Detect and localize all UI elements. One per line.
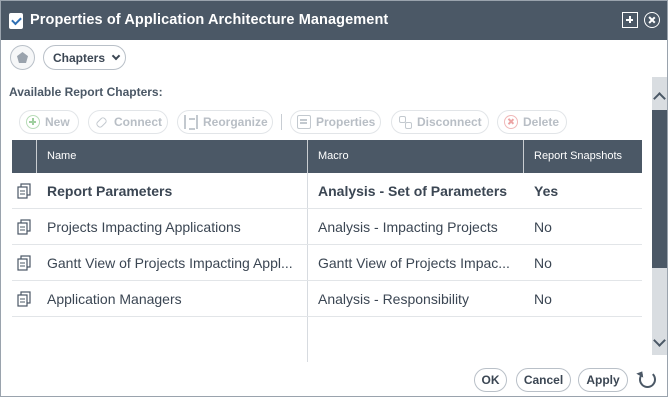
chapters-grid: Name Macro Report Snapshots Report Param…: [12, 140, 642, 362]
document-check-icon: [9, 13, 23, 29]
vertical-scrollbar[interactable]: [650, 77, 667, 355]
row-snapshots: No: [534, 291, 552, 307]
delete-label: Delete: [523, 115, 560, 129]
dialog-titlebar: Properties of Application Architecture M…: [1, 1, 667, 40]
grid-header: Name Macro Report Snapshots: [12, 140, 642, 173]
row-snapshots: No: [534, 255, 552, 271]
row-snapshots: Yes: [534, 183, 559, 199]
reorganize-icon: [184, 115, 198, 130]
report-chapter-icon: [17, 291, 31, 307]
chapters-label: Chapters: [53, 50, 106, 65]
cancel-button[interactable]: Cancel: [516, 368, 571, 392]
close-icon[interactable]: [644, 12, 660, 28]
table-row[interactable]: Report Parameters Analysis - Set of Para…: [12, 173, 642, 209]
row-macro: Analysis - Impacting Projects: [318, 219, 498, 235]
new-label: New: [45, 115, 70, 129]
connect-label: Connect: [114, 115, 162, 129]
report-chapter-icon: [17, 219, 31, 235]
reorganize-label: Reorganize: [203, 115, 268, 129]
chapters-dropdown-button[interactable]: Chapters: [43, 45, 126, 70]
maximize-icon[interactable]: [622, 12, 638, 28]
new-button[interactable]: New: [19, 110, 79, 134]
row-macro: Analysis - Responsibility: [318, 291, 469, 307]
chevron-down-icon: [111, 51, 121, 61]
row-name: Gantt View of Projects Impacting Appl...: [47, 255, 293, 271]
apply-button[interactable]: Apply: [578, 368, 628, 392]
link-icon: [95, 115, 109, 129]
report-chapter-icon: [17, 183, 31, 199]
table-row[interactable]: Gantt View of Projects Impacting Appl...…: [12, 245, 642, 281]
delete-button[interactable]: Delete: [497, 110, 567, 134]
dialog-top-row: Chapters: [1, 40, 667, 78]
row-name: Report Parameters: [47, 183, 173, 199]
row-name: Application Managers: [47, 291, 182, 307]
disconnect-label: Disconnect: [417, 115, 482, 129]
row-macro: Analysis - Set of Parameters: [318, 183, 508, 199]
column-header-macro[interactable]: Macro: [308, 140, 349, 173]
plus-circle-icon: [26, 115, 40, 129]
scrollbar-thumb[interactable]: [652, 110, 667, 268]
refresh-icon[interactable]: [639, 371, 656, 388]
row-name: Projects Impacting Applications: [47, 219, 241, 235]
ok-button[interactable]: OK: [474, 368, 507, 392]
report-chapter-icon: [17, 255, 31, 271]
column-header-report-snapshots[interactable]: Report Snapshots: [524, 140, 622, 173]
delete-circle-icon: [504, 115, 518, 129]
properties-icon: [297, 115, 311, 129]
toolbar-separator: [281, 114, 282, 130]
column-header-name[interactable]: Name: [37, 140, 76, 173]
row-snapshots: No: [534, 219, 552, 235]
reorganize-button[interactable]: Reorganize: [177, 110, 273, 134]
grid-body: Report Parameters Analysis - Set of Para…: [12, 173, 642, 362]
table-row[interactable]: Projects Impacting Applications Analysis…: [12, 209, 642, 245]
properties-label: Properties: [316, 115, 376, 129]
disconnect-button[interactable]: Disconnect: [391, 110, 489, 134]
section-label: Available Report Chapters:: [9, 85, 163, 99]
properties-button[interactable]: Properties: [290, 110, 381, 134]
properties-dialog: Properties of Application Architecture M…: [0, 0, 668, 397]
connect-button[interactable]: Connect: [88, 110, 168, 134]
object-gem-icon[interactable]: [10, 45, 35, 70]
dialog-title: Properties of Application Architecture M…: [30, 12, 389, 28]
row-macro: Gantt View of Projects Impac...: [318, 255, 510, 271]
table-row[interactable]: Application Managers Analysis - Responsi…: [12, 281, 642, 317]
disconnect-icon: [398, 115, 412, 129]
